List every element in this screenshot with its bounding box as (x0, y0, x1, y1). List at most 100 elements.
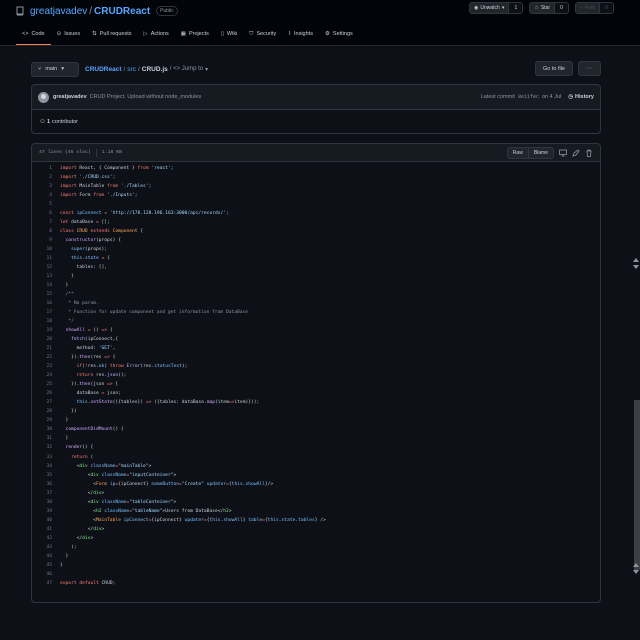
line-number[interactable]: 5 (32, 202, 52, 207)
more-options-button[interactable]: ··· (578, 61, 601, 76)
line-number[interactable]: 12 (32, 265, 52, 270)
tab-code[interactable]: <> Code (16, 26, 51, 46)
line-number[interactable]: 35 (32, 473, 52, 478)
tab-issues[interactable]: ⊙ Issues (51, 26, 87, 42)
scrollbar-thumb[interactable] (634, 400, 640, 570)
line-number[interactable]: 8 (32, 229, 52, 234)
breadcrumb-repo[interactable]: CRUDReact (85, 66, 121, 73)
code-line: 30 componentDidMount() { (32, 425, 600, 434)
line-number[interactable]: 42 (32, 536, 52, 541)
line-number[interactable]: 18 (32, 319, 52, 324)
line-number[interactable]: 14 (32, 283, 52, 288)
desktop-icon[interactable] (559, 149, 567, 157)
commit-sha[interactable]: 8e11fec (518, 94, 539, 100)
scroll-down-marker[interactable] (633, 570, 639, 574)
line-number[interactable]: 6 (32, 211, 52, 216)
line-number[interactable]: 24 (32, 373, 52, 378)
line-number[interactable]: 4 (32, 193, 52, 198)
line-number[interactable]: 26 (32, 391, 52, 396)
line-code: ); (60, 544, 77, 550)
code-line: 22 }).then(res => { (32, 353, 600, 362)
line-number[interactable]: 16 (32, 301, 52, 306)
line-number[interactable]: 41 (32, 527, 52, 532)
pencil-icon[interactable] (572, 148, 580, 157)
tab-security-label: Security (256, 31, 277, 37)
line-number[interactable]: 20 (32, 337, 52, 342)
tab-security[interactable]: ⛉ Security (243, 26, 282, 42)
code-line: 42 </div> (32, 534, 600, 543)
line-number[interactable]: 25 (32, 382, 52, 387)
code-line: 8 class CRUD extends Component { (32, 227, 600, 236)
line-number[interactable]: 43 (32, 545, 52, 550)
tab-wiki[interactable]: ▯ Wiki (215, 26, 243, 42)
star-count[interactable]: 0 (553, 3, 568, 13)
code-line: 17 * Function for update component and g… (32, 308, 600, 317)
tab-actions[interactable]: ▷ Actions (138, 26, 175, 42)
star-button[interactable]: ☆ Star 0 (529, 2, 569, 14)
breadcrumb-dir[interactable]: src (127, 66, 136, 73)
code-line: 46 (32, 570, 600, 579)
line-number[interactable]: 47 (32, 581, 52, 586)
commit-message[interactable]: CRUD Project. Upload without node_module… (90, 94, 202, 100)
line-number[interactable]: 10 (32, 247, 52, 252)
line-number[interactable]: 2 (32, 175, 52, 180)
trash-icon[interactable] (585, 149, 593, 157)
line-number[interactable]: 30 (32, 427, 52, 432)
line-number[interactable]: 39 (32, 509, 52, 514)
line-number[interactable]: 17 (32, 310, 52, 315)
scroll-down-marker[interactable] (633, 265, 639, 269)
line-number[interactable]: 40 (32, 518, 52, 523)
tab-settings[interactable]: ⚙ Settings (319, 26, 359, 42)
line-number[interactable]: 7 (32, 220, 52, 225)
line-number[interactable]: 44 (32, 554, 52, 559)
line-number[interactable]: 38 (32, 500, 52, 505)
line-number[interactable]: 21 (32, 346, 52, 351)
branch-select[interactable]: ⑂ main ▾ (31, 61, 79, 77)
tab-projects[interactable]: ▦ Projects (175, 26, 215, 42)
line-number[interactable]: 19 (32, 328, 52, 333)
breadcrumb-file: CRUD.js (141, 65, 168, 73)
line-number[interactable]: 28 (32, 409, 52, 414)
contributors-bar[interactable]: ⚇ 1 contributor (31, 110, 601, 134)
line-number[interactable]: 36 (32, 482, 52, 487)
commit-author[interactable]: greatjavadev (53, 94, 87, 100)
line-number[interactable]: 46 (32, 572, 52, 577)
tab-pull-requests[interactable]: ⇅ Pull requests (86, 26, 137, 42)
breadcrumb-separator: / (123, 65, 126, 73)
line-number[interactable]: 27 (32, 400, 52, 405)
line-number[interactable]: 37 (32, 491, 52, 496)
repo-owner-link[interactable]: greatjavadev (30, 6, 87, 17)
line-code: }).then(res => { (60, 355, 116, 361)
line-number[interactable]: 9 (32, 238, 52, 243)
tab-insights[interactable]: ⌇ Insights (282, 26, 319, 42)
line-number[interactable]: 33 (32, 455, 52, 460)
line-number[interactable]: 32 (32, 445, 52, 450)
raw-button[interactable]: Raw (507, 147, 528, 158)
fork-count[interactable]: 0 (599, 3, 613, 13)
avatar[interactable] (38, 91, 49, 103)
line-number[interactable]: 31 (32, 436, 52, 441)
line-number[interactable]: 15 (32, 292, 52, 297)
unwatch-button[interactable]: ◉ Unwatch ▾ 1 (468, 2, 524, 14)
line-number[interactable]: 1 (32, 166, 52, 171)
scroll-up-marker[interactable] (633, 258, 639, 262)
line-code: showAll = () => { (65, 328, 113, 334)
repo-name-link[interactable]: CRUDReact (94, 6, 150, 17)
line-number[interactable]: 3 (32, 184, 52, 189)
line-number[interactable]: 13 (32, 274, 52, 279)
line-number[interactable]: 34 (32, 464, 52, 469)
line-number[interactable]: 22 (32, 355, 52, 360)
line-number[interactable]: 45 (32, 563, 52, 568)
line-number[interactable]: 29 (32, 418, 52, 423)
fork-button[interactable]: ⑂ Fork 0 (574, 2, 614, 14)
watch-count[interactable]: 1 (508, 3, 523, 13)
code-line: 38 <div className="tableConteiner"> (32, 498, 600, 507)
go-to-file-button[interactable]: Go to file (534, 61, 573, 76)
line-number[interactable]: 11 (32, 256, 52, 261)
history-button[interactable]: ◷ History (568, 94, 594, 100)
line-number[interactable]: 23 (32, 364, 52, 369)
scroll-up-marker[interactable] (633, 563, 639, 567)
blame-button[interactable]: Blame (527, 147, 553, 158)
jump-to-button[interactable]: / <> Jump to (170, 66, 203, 72)
tab-code-label: Code (31, 31, 45, 37)
